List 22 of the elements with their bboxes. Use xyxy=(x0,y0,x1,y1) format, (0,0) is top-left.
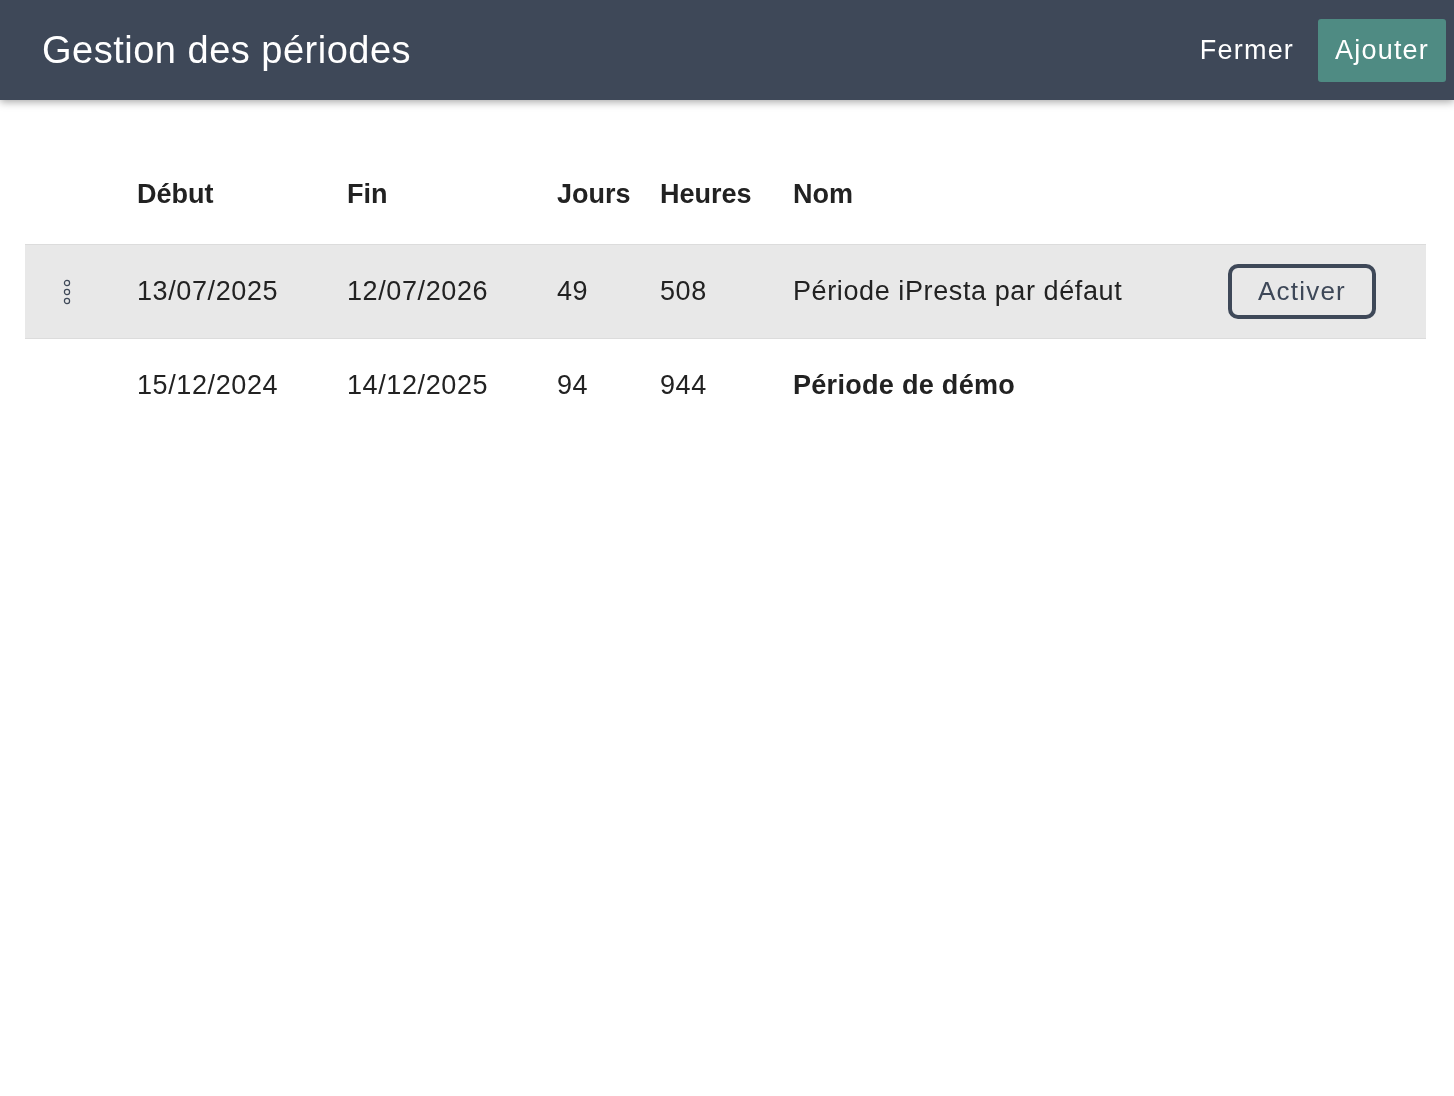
table-cell: Période iPresta par défaut xyxy=(793,276,1123,306)
column-header: Fin xyxy=(347,178,388,209)
column-header: Nom xyxy=(793,178,853,209)
table-cell: 13/07/2025 xyxy=(137,276,279,306)
table-cell: 15/12/2024 xyxy=(137,370,279,400)
more-menu-icon[interactable] xyxy=(63,278,71,305)
table-cell: 14/12/2025 xyxy=(347,370,489,400)
add-button[interactable]: Ajouter xyxy=(1318,18,1446,82)
column-header: Jours xyxy=(557,178,631,209)
table-cell: 49 xyxy=(557,276,589,306)
table-row[interactable]: 15/12/2024 14/12/2025 94 944 Période de démo xyxy=(25,338,1426,432)
table-cell: Période de démo xyxy=(793,370,1016,400)
column-header: Heures xyxy=(660,178,752,209)
table-cell: 12/07/2026 xyxy=(347,276,489,306)
table-cell: 94 xyxy=(557,370,589,400)
close-button[interactable]: Fermer xyxy=(1183,22,1311,78)
table-cell: 508 xyxy=(660,276,707,306)
table-cell: 944 xyxy=(660,370,707,400)
activate-button[interactable]: Activer xyxy=(1228,264,1376,319)
table-row[interactable]: 13/07/2025 12/07/2026 49 508 Période iPresta par défaut Activer xyxy=(25,244,1426,338)
column-header: Début xyxy=(137,178,214,209)
page-title: Gestion des périodes xyxy=(42,28,412,72)
